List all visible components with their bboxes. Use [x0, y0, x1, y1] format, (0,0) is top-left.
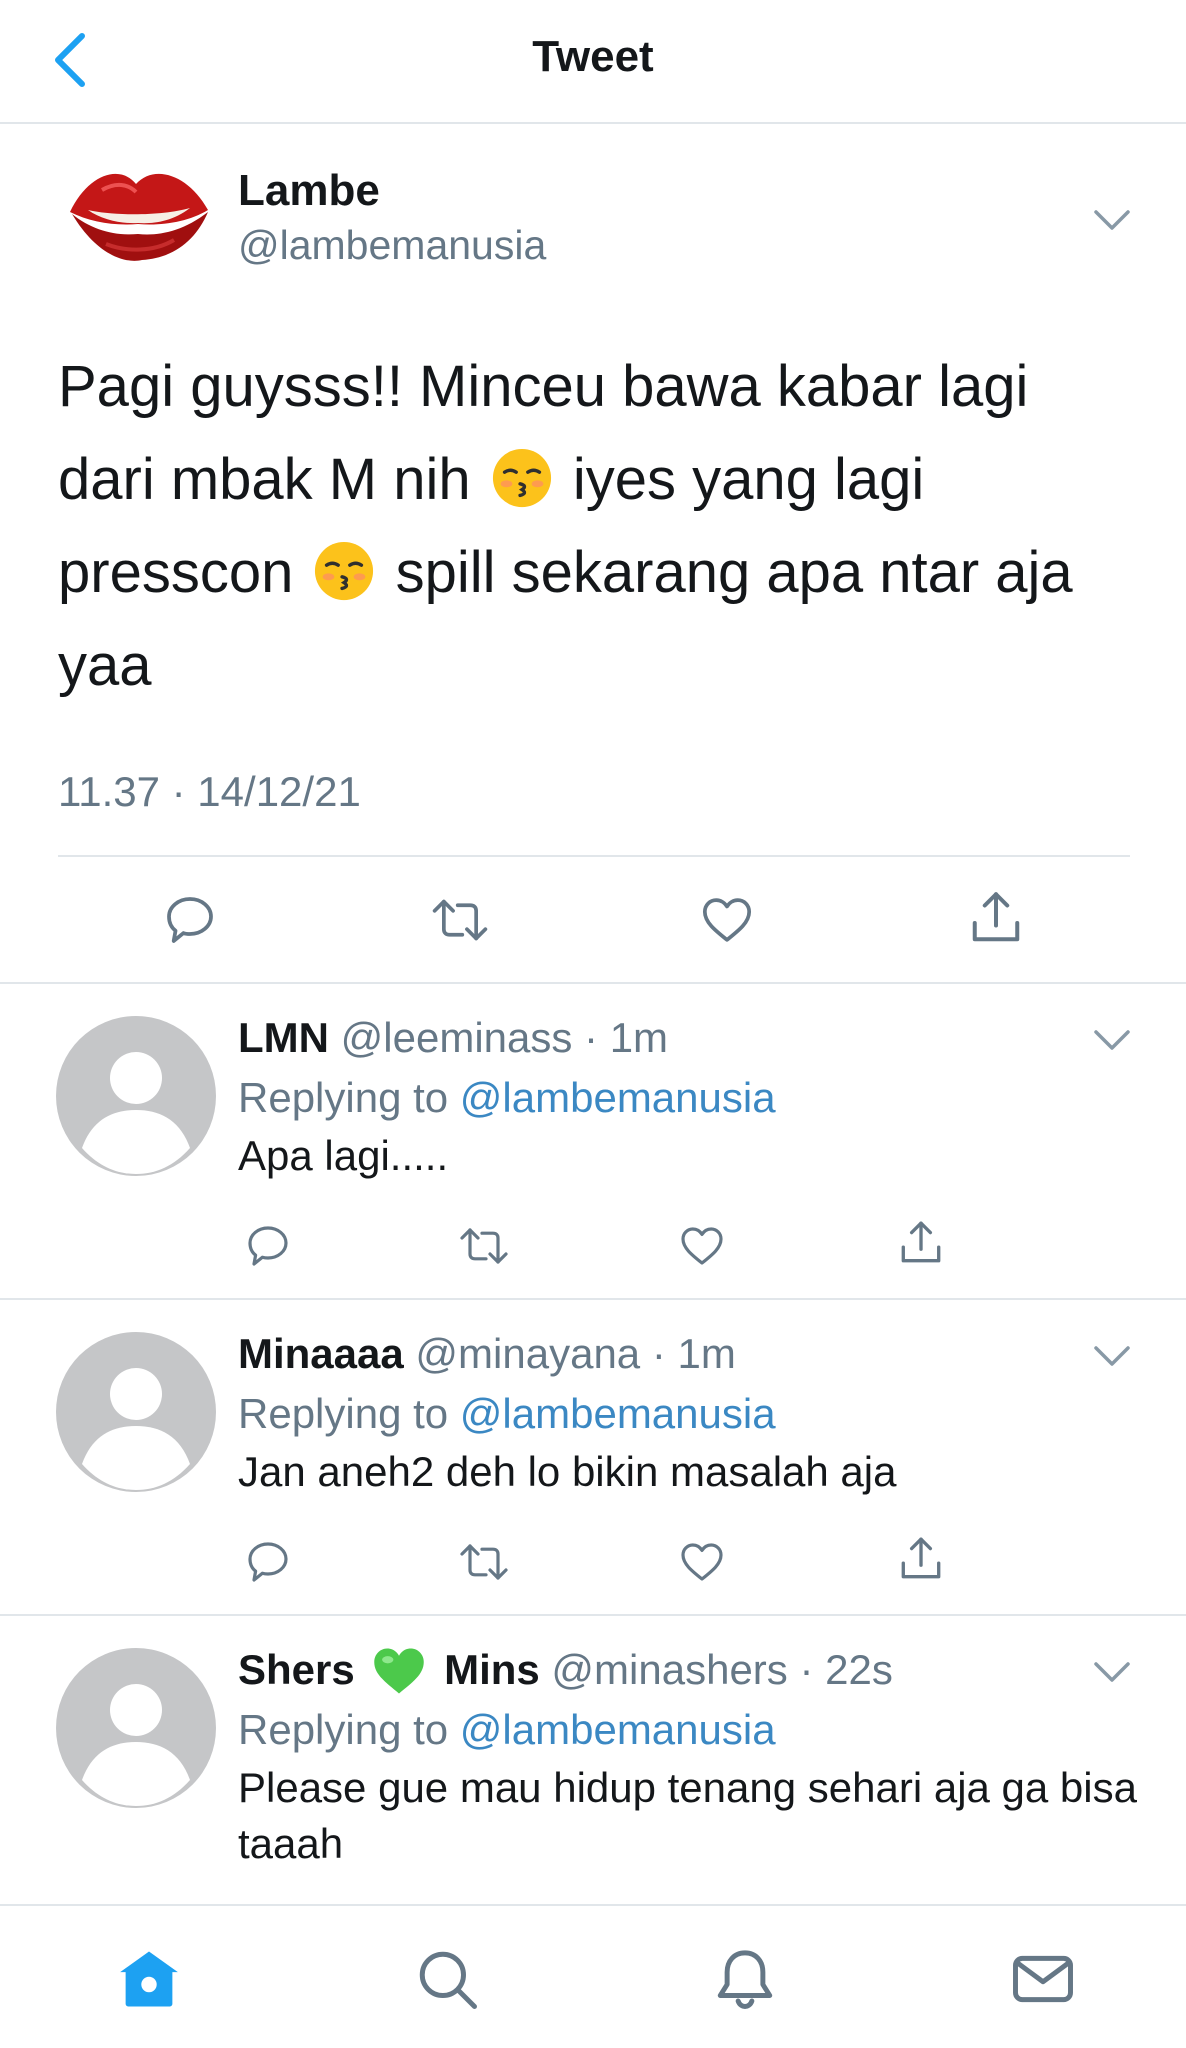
search-icon[interactable] [414, 1946, 480, 2012]
share-icon[interactable] [896, 1534, 946, 1584]
replying-to-handle[interactable]: @lambemanusia [460, 1074, 776, 1121]
notifications-icon[interactable] [712, 1946, 778, 2012]
reply-author-name-suffix[interactable]: Mins [444, 1646, 540, 1693]
replying-to: Replying to @lambemanusia [238, 1706, 776, 1754]
chevron-down-icon[interactable] [1092, 1028, 1132, 1052]
default-avatar-icon[interactable] [56, 1648, 216, 1808]
retweet-icon[interactable] [458, 1222, 510, 1270]
replying-to-handle[interactable]: @lambemanusia [460, 1706, 776, 1753]
default-avatar-icon[interactable] [56, 1332, 216, 1492]
reply-header: LMN @leeminass · 1m [238, 1014, 668, 1062]
reply-header: Shers Mins @minashers · 22s [238, 1646, 893, 1696]
reply-item[interactable]: Shers Mins @minashers · 22s Replying to … [0, 1616, 1186, 1904]
kissing-face-emoji-icon [492, 448, 551, 508]
tweet-timestamp[interactable]: 11.37 · 14/12/21 [58, 768, 361, 816]
reply-handle-meta: @minashers · 22s [551, 1646, 893, 1693]
reply-item[interactable]: Minaaaa @minayana · 1m Replying to @lamb… [0, 1300, 1186, 1616]
divider [58, 855, 1130, 857]
reply-text: Please gue mau hidup tenang sehari aja g… [238, 1764, 1137, 1867]
reply-icon[interactable] [162, 892, 218, 948]
reply-author-name[interactable]: LMN [238, 1014, 329, 1061]
reply-icon[interactable] [244, 1222, 292, 1270]
default-avatar-icon[interactable] [56, 1016, 216, 1176]
like-heart-icon[interactable] [678, 1538, 726, 1586]
tweet-text: Pagi guysss!! Minceu bawa kabar lagi dar… [58, 340, 1138, 712]
replying-to: Replying to @lambemanusia [238, 1390, 776, 1438]
like-heart-icon[interactable] [678, 1222, 726, 1270]
replying-to: Replying to @lambemanusia [238, 1074, 776, 1122]
kissing-face-emoji-icon [315, 541, 374, 601]
reply-icon[interactable] [244, 1538, 292, 1586]
reply-text: Apa lagi..... [238, 1132, 449, 1179]
replying-to-label: Replying to [238, 1390, 449, 1437]
chevron-down-icon[interactable] [1092, 1660, 1132, 1684]
chevron-down-icon[interactable] [1092, 1344, 1132, 1368]
reply-author-name[interactable]: Shers [238, 1646, 355, 1693]
page-title: Tweet [532, 32, 654, 81]
retweet-icon[interactable] [458, 1538, 510, 1586]
replying-to-handle[interactable]: @lambemanusia [460, 1390, 776, 1437]
top-bar: Tweet [0, 0, 1186, 124]
reply-item[interactable]: LMN @leeminass · 1m Replying to @lambema… [0, 984, 1186, 1300]
reply-author-name[interactable]: Minaaaa [238, 1330, 404, 1377]
chevron-down-icon[interactable] [1092, 208, 1132, 232]
reply-text: Jan aneh2 deh lo bikin masalah aja [238, 1448, 897, 1495]
share-icon[interactable] [966, 888, 1026, 948]
reply-handle-meta: @minayana · 1m [415, 1330, 736, 1377]
share-icon[interactable] [896, 1218, 946, 1268]
replying-to-label: Replying to [238, 1074, 449, 1121]
lips-avatar[interactable] [62, 160, 212, 270]
bottom-tab-bar [0, 1904, 1186, 2048]
retweet-icon[interactable] [430, 892, 490, 948]
reply-handle-meta: @leeminass · 1m [340, 1014, 669, 1061]
reply-header: Minaaaa @minayana · 1m [238, 1330, 736, 1378]
author-handle[interactable]: @lambemanusia [238, 222, 546, 269]
green-heart-emoji-icon [374, 1648, 425, 1694]
like-heart-icon[interactable] [698, 892, 756, 948]
author-name[interactable]: Lambe [238, 166, 380, 216]
messages-icon[interactable] [1010, 1946, 1076, 2012]
home-icon[interactable] [116, 1946, 182, 2012]
replying-to-label: Replying to [238, 1706, 449, 1753]
